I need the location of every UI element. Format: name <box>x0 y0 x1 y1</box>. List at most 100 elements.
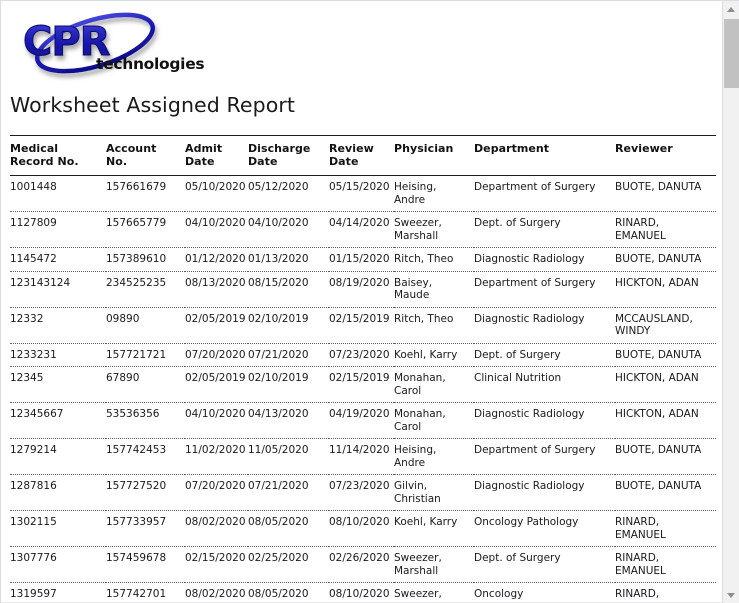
table-row[interactable]: 12345667 53536356 04/10/2020 04/13/2020 04/1… <box>10 403 716 439</box>
cell-reviewer: BUOTE, DANUTA <box>615 181 702 193</box>
cell-account-no: 234525235 <box>106 276 167 289</box>
cell-medical-record-no: 1307776 <box>10 552 57 564</box>
table-header: Medical Record No. Account No. Admit Dat… <box>10 135 716 176</box>
cell-admit-date: 01/12/2020 <box>185 253 246 265</box>
cell-physician: Heising, Andre <box>394 444 437 469</box>
cell-account-no: 157661679 <box>106 181 167 193</box>
table-row[interactable]: 12332 09890 02/05/2019 02/10/2019 02/15/2019… <box>10 307 716 343</box>
logo-wordmark: technologies <box>96 55 204 73</box>
cell-medical-record-no: 1302115 <box>10 516 57 528</box>
scroll-down-arrow-icon[interactable] <box>723 587 739 603</box>
cell-physician: Sweezer, Marshall <box>394 552 442 577</box>
table-row[interactable]: 1319597 157742701 08/02/2020 08/05/2020 08/1… <box>10 583 716 603</box>
cell-admit-date: 07/20/2020 <box>185 348 246 361</box>
table-row[interactable]: 12345 67890 02/05/2019 02/10/2019 02/15/2019… <box>10 367 716 403</box>
cell-physician: Ritch, Theo <box>394 312 454 325</box>
cell-account-no: 67890 <box>106 372 140 384</box>
column-header-physician[interactable]: Physician <box>394 136 474 176</box>
report-window: CPR technologies Worksheet Assigned Repo… <box>0 0 739 603</box>
cell-physician: Monahan, Carol <box>394 372 446 397</box>
table-row[interactable]: 1307776 157459678 02/15/2020 02/25/2020 02/2… <box>10 547 716 583</box>
scrollbar-thumb[interactable] <box>724 19 739 88</box>
cell-physician: Monahan, Carol <box>394 408 446 433</box>
cell-department: Dept. of Surgery <box>474 348 561 361</box>
cell-account-no: 157727520 <box>106 480 167 492</box>
cell-department: Oncology Pathology <box>474 516 579 528</box>
column-header-review-date[interactable]: Review Date <box>329 136 394 176</box>
worksheet-assigned-table: Medical Record No. Account No. Admit Dat… <box>10 135 716 603</box>
cell-reviewer: BUOTE, DANUTA <box>615 480 702 492</box>
cell-review-date: 05/15/2020 <box>329 181 390 193</box>
cell-discharge-date: 01/13/2020 <box>248 253 309 265</box>
report-document: CPR technologies Worksheet Assigned Repo… <box>1 1 723 603</box>
cell-admit-date: 11/02/2020 <box>185 444 246 456</box>
table-row[interactable]: 1233231 157721721 07/20/2020 07/21/2020 07/2… <box>10 343 716 367</box>
column-header-department[interactable]: Department <box>474 136 615 176</box>
table-row[interactable]: 123143124 234525235 08/13/2020 08/15/2020 08… <box>10 271 716 307</box>
cell-physician: Koehl, Karry <box>394 348 458 361</box>
cell-department: Diagnostic Radiology <box>474 408 585 420</box>
cell-reviewer: HICKTON, ADAN <box>615 372 699 384</box>
cpr-technologies-logo: CPR technologies <box>15 7 225 85</box>
cell-reviewer: HICKTON, ADAN <box>615 276 699 289</box>
column-header-medical-record-no[interactable]: Medical Record No. <box>10 136 106 176</box>
cell-account-no: 157389610 <box>106 253 167 265</box>
cell-review-date: 08/19/2020 <box>329 276 390 289</box>
cell-reviewer: RINARD, EMANUEL <box>615 217 666 242</box>
cell-department: Department of Surgery <box>474 276 596 289</box>
table-row[interactable]: 1279214 157742453 11/02/2020 11/05/2020 11/1… <box>10 439 716 475</box>
cell-admit-date: 05/10/2020 <box>185 181 246 193</box>
cell-admit-date: 04/10/2020 <box>185 217 246 229</box>
table-row[interactable]: 1001448 157661679 05/10/2020 05/12/2020 05/1… <box>10 176 716 212</box>
cell-department: Oncology <box>474 588 524 600</box>
cell-medical-record-no: 12332 <box>10 312 44 325</box>
cell-admit-date: 02/15/2020 <box>185 552 246 564</box>
page-title: Worksheet Assigned Report <box>10 93 296 117</box>
cell-medical-record-no: 1001448 <box>10 181 57 193</box>
cell-medical-record-no: 1145472 <box>10 253 57 265</box>
cell-physician: Heising, Andre <box>394 181 437 206</box>
cell-account-no: 157459678 <box>106 552 167 564</box>
column-header-reviewer[interactable]: Reviewer <box>615 136 716 176</box>
cell-account-no: 53536356 <box>106 408 160 420</box>
cell-reviewer: RINARD, EMANUEL <box>615 516 666 541</box>
cell-department: Department of Surgery <box>474 181 596 193</box>
column-header-admit-date[interactable]: Admit Date <box>185 136 248 176</box>
cell-physician: Baisey, Maude <box>394 276 433 302</box>
cell-medical-record-no: 12345667 <box>10 408 64 420</box>
cell-discharge-date: 08/05/2020 <box>248 588 309 600</box>
cell-discharge-date: 07/21/2020 <box>248 480 309 492</box>
cell-account-no: 157665779 <box>106 217 167 229</box>
cell-review-date: 02/15/2019 <box>329 312 390 325</box>
cell-department: Diagnostic Radiology <box>474 480 585 492</box>
cell-reviewer: BUOTE, DANUTA <box>615 348 702 361</box>
cell-admit-date: 04/10/2020 <box>185 408 246 420</box>
table-row[interactable]: 1302115 157733957 08/02/2020 08/05/2020 08/1… <box>10 511 716 547</box>
vertical-scrollbar[interactable] <box>722 1 739 603</box>
table-row[interactable]: 1145472 157389610 01/12/2020 01/13/2020 01/1… <box>10 248 716 271</box>
cell-admit-date: 08/13/2020 <box>185 276 246 289</box>
table-row[interactable]: 1127809 157665779 04/10/2020 04/10/2020 04/1… <box>10 212 716 248</box>
cell-review-date: 01/15/2020 <box>329 253 390 265</box>
cell-review-date: 04/14/2020 <box>329 217 390 229</box>
cell-reviewer: RINARD, EMANUEL <box>615 588 666 603</box>
scroll-up-arrow-icon[interactable] <box>723 1 739 18</box>
cell-review-date: 08/10/2020 <box>329 588 390 600</box>
cell-physician: Gilvin, Christian <box>394 480 441 505</box>
cell-discharge-date: 11/05/2020 <box>248 444 309 456</box>
cell-account-no: 157742701 <box>106 588 167 600</box>
table-body: 1001448 157661679 05/10/2020 05/12/2020 05/1… <box>10 176 716 603</box>
column-header-account-no[interactable]: Account No. <box>106 136 185 176</box>
cell-medical-record-no: 1319597 <box>10 588 57 600</box>
cell-discharge-date: 08/05/2020 <box>248 516 309 528</box>
report-table-container: Medical Record No. Account No. Admit Dat… <box>10 135 716 603</box>
cell-department: Dept. of Surgery <box>474 217 561 229</box>
cell-review-date: 07/23/2020 <box>329 348 390 361</box>
cell-department: Diagnostic Radiology <box>474 253 585 265</box>
cell-account-no: 09890 <box>106 312 140 325</box>
cell-reviewer: BUOTE, DANUTA <box>615 253 702 265</box>
column-header-discharge-date[interactable]: Discharge Date <box>248 136 329 176</box>
table-row[interactable]: 1287816 157727520 07/20/2020 07/21/2020 07/2… <box>10 475 716 511</box>
cell-department: Department of Surgery <box>474 444 596 456</box>
cell-reviewer: BUOTE, DANUTA <box>615 444 702 456</box>
